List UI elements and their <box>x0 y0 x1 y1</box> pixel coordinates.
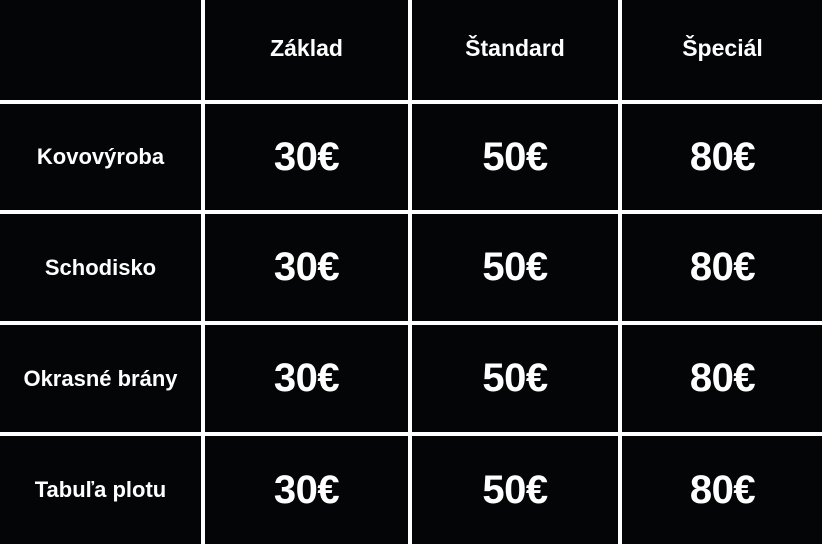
column-header-special: Špeciál <box>622 0 822 100</box>
price-cell: 30€ <box>205 214 408 321</box>
row-label-schodisko: Schodisko <box>0 214 201 321</box>
price-cell: 50€ <box>412 436 618 544</box>
price-cell: 80€ <box>622 214 822 321</box>
column-header-zaklad: Základ <box>205 0 408 100</box>
table-corner-cell <box>0 0 201 100</box>
price-cell: 30€ <box>205 436 408 544</box>
price-cell: 30€ <box>205 325 408 432</box>
row-label-kovovyroba: Kovovýroba <box>0 104 201 210</box>
price-cell: 80€ <box>622 325 822 432</box>
price-cell: 50€ <box>412 104 618 210</box>
row-label-tabula-plotu: Tabuľa plotu <box>0 436 201 544</box>
row-label-okrasne-brany: Okrasné brány <box>0 325 201 432</box>
price-cell: 80€ <box>622 436 822 544</box>
price-table: Základ Štandard Špeciál Kovovýroba 30€ 5… <box>0 0 822 544</box>
price-cell: 30€ <box>205 104 408 210</box>
price-cell: 50€ <box>412 214 618 321</box>
price-cell: 50€ <box>412 325 618 432</box>
column-header-standard: Štandard <box>412 0 618 100</box>
price-cell: 80€ <box>622 104 822 210</box>
